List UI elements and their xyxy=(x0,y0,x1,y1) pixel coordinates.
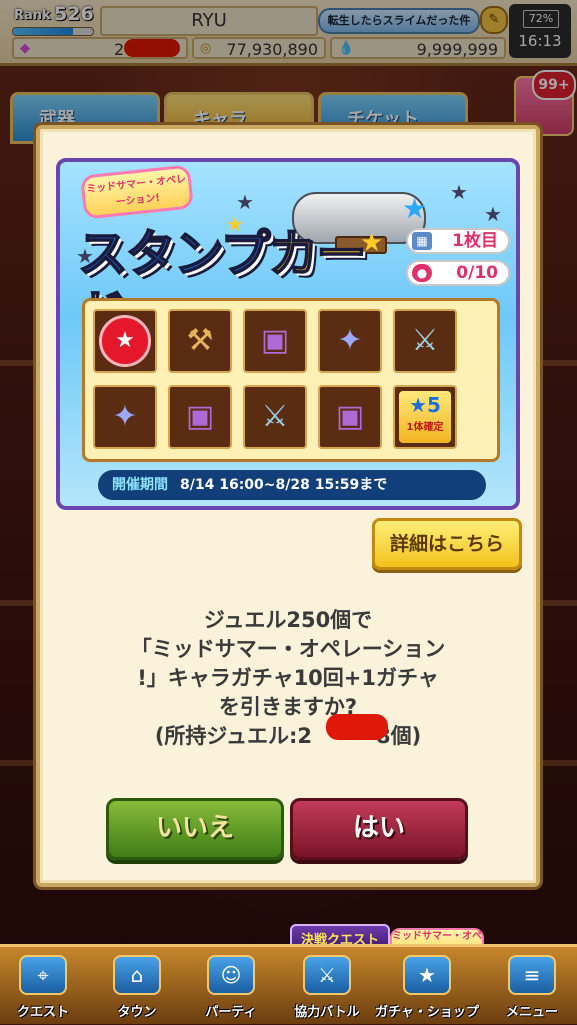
stamp-slot-1: ★ xyxy=(93,309,157,373)
menu-scroll-icon: ≡ xyxy=(508,955,556,995)
nav-label: 協力バトル xyxy=(294,1005,360,1020)
nav-coop-battle[interactable]: ⚔ 協力バトル xyxy=(282,955,372,1025)
title-stamp: スタンプ xyxy=(77,224,271,284)
nav-label: ガチャ・ショップ xyxy=(375,1005,479,1020)
town-icon: ⌂ xyxy=(113,955,161,995)
book-icon: ▣ xyxy=(335,399,365,434)
gacha-star-icon: ★ xyxy=(403,955,451,995)
nav-town[interactable]: ⌂ タウン xyxy=(98,955,176,1025)
card-sheet-icon: ▦ xyxy=(412,232,432,250)
stamp-slot-9: ▣ xyxy=(318,385,382,449)
stamp-mark-icon: ★ xyxy=(99,315,151,367)
book-icon: ▣ xyxy=(260,323,290,358)
stamp-card-title: スタンプカード xyxy=(77,224,398,344)
stamp-slot-7: ▣ xyxy=(168,385,232,449)
book-icon: ▣ xyxy=(185,399,215,434)
star-crystal-icon: ✦ xyxy=(337,323,363,358)
stamp-slot-5: ⚔ xyxy=(393,309,457,373)
nav-quest[interactable]: ⌖ クエスト xyxy=(4,955,82,1025)
stamp-icon: ● xyxy=(412,264,432,282)
message-line-4: を引きますか? xyxy=(218,695,358,719)
star-crystal-icon: ✦ xyxy=(112,399,138,434)
period-label: 開催期間 xyxy=(112,477,168,493)
period-value: 8/14 16:00~8/28 15:59まで xyxy=(180,477,388,493)
event-logo: ミッドサマー・オペレーション! xyxy=(80,164,194,220)
message-line-2: 「ミッドサマー・オペレーション xyxy=(130,637,446,661)
stamp-slot-10: ★5 1体確定 xyxy=(393,385,457,449)
owned-jewel-prefix: (所持ジュエル:2 xyxy=(154,724,312,748)
no-button[interactable]: いいえ xyxy=(106,798,284,860)
nav-gacha-shop[interactable]: ★ ガチャ・ショップ xyxy=(372,955,482,1025)
star-icon: ★ xyxy=(402,192,428,225)
stamp-slot-2: ⚒ xyxy=(168,309,232,373)
stamp-grid: ★ ⚒ ▣ ✦ ⚔ ✦ ▣ ⚔ ▣ ★5 1体確定 xyxy=(82,298,500,462)
message-line-1: ジュエル250個で xyxy=(203,608,373,632)
sword-icon: ⚔ xyxy=(261,399,289,434)
message-line-5: (所持ジュエル:2 8個) xyxy=(96,722,480,751)
yes-button[interactable]: はい xyxy=(290,798,468,860)
hammer-icon: ⚒ xyxy=(186,323,214,358)
redaction-mark xyxy=(326,714,388,740)
nav-label: メニュー xyxy=(505,1005,558,1020)
nav-party[interactable]: ☺ パーティ xyxy=(192,955,270,1025)
nav-label: クエスト xyxy=(16,1005,69,1020)
event-period-bar: 開催期間 8/14 16:00~8/28 15:59まで xyxy=(98,470,486,500)
message-line-3: !」キャラガチャ10回+1ガチャ xyxy=(137,666,439,690)
details-button[interactable]: 詳細はこちら xyxy=(372,518,522,570)
sheet-counter: ▦ 1枚目 xyxy=(406,228,510,254)
nav-label: タウン xyxy=(117,1005,157,1020)
sword-icon: ⚔ xyxy=(411,323,439,358)
map-icon: ⌖ xyxy=(19,955,67,995)
stamp-slot-6: ✦ xyxy=(93,385,157,449)
stamp-progress-counter: ● 0/10 xyxy=(406,260,510,286)
stamp-slot-4: ✦ xyxy=(318,309,382,373)
sheet-count: 1枚目 xyxy=(452,231,498,251)
nav-menu[interactable]: ≡ メニュー xyxy=(490,955,574,1025)
nav-label: パーティ xyxy=(205,1005,257,1020)
party-icon: ☺ xyxy=(207,955,255,995)
confirm-message: ジュエル250個で 「ミッドサマー・オペレーション !」キャラガチャ10回+1ガ… xyxy=(96,606,480,751)
star-icon: ★ xyxy=(450,180,468,204)
battle-icon: ⚔ xyxy=(303,955,351,995)
bottom-navigation: ⌖ クエスト ⌂ タウン ☺ パーティ ⚔ 協力バトル ★ ガチャ・ショップ ≡… xyxy=(0,944,577,1024)
star-icon: ★ xyxy=(236,190,254,214)
reward-stars: ★5 xyxy=(409,393,441,417)
reward-label: 1体確定 xyxy=(406,422,444,433)
stamp-progress: 0/10 xyxy=(456,263,498,283)
star-icon: ★ xyxy=(484,202,502,226)
star5-guarantee-icon: ★5 1体確定 xyxy=(399,391,451,443)
stamp-card-banner: ミッドサマー・オペレーション! ★ ★ ★ ★ ★ ★ ★ スタンプカード ▦ … xyxy=(56,158,520,510)
stamp-slot-8: ⚔ xyxy=(243,385,307,449)
stamp-slot-3: ▣ xyxy=(243,309,307,373)
